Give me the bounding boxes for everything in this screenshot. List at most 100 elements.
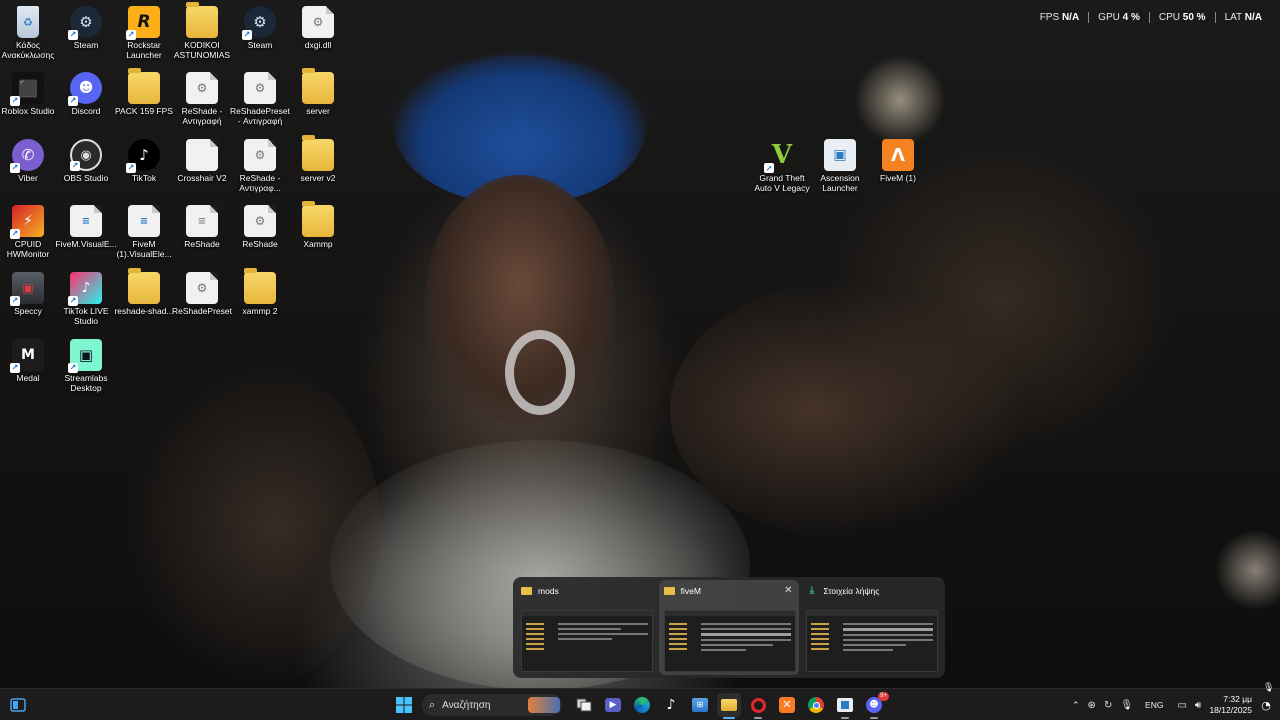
thumbnail-fivem-window[interactable]: fiveM ✕ xyxy=(658,580,800,675)
obs-studio[interactable]: ◉ ↗ OBS Studio xyxy=(56,133,116,183)
cpuid-hwmonitor[interactable]: ⚡ ↗ CPUID HWMonitor xyxy=(0,199,58,259)
fivem-shortcut[interactable]: Λ FiveM (1) xyxy=(868,133,928,183)
sync-icon[interactable]: ↻ xyxy=(1104,700,1112,711)
dxgi-dll[interactable]: ⚙ dxgi.dll xyxy=(288,0,348,50)
taskbar-task-view[interactable] xyxy=(572,693,596,717)
search-highlight-icon xyxy=(528,697,560,713)
system-tray: ⌃ ⊛ ↻ 🎙︎ ENG ▭ 🔊︎ xyxy=(1072,689,1201,720)
folder-icon xyxy=(302,201,334,237)
folder-icon xyxy=(302,68,334,104)
clock-date: 18/12/2025 xyxy=(1209,705,1252,715)
folder-server-v2[interactable]: server v2 xyxy=(288,133,348,183)
thumbnail-mods-window[interactable]: mods xyxy=(516,580,657,675)
language-indicator[interactable]: ENG xyxy=(1145,700,1163,710)
tiktok-icon: ♪ xyxy=(666,697,676,713)
folder-xammp[interactable]: Xammp xyxy=(288,199,348,249)
tiktok-live-icon: ♪ ↗ xyxy=(68,272,102,306)
rockstar-launcher[interactable]: R ↗ Rockstar Launcher xyxy=(114,0,174,60)
crosshair-v2[interactable]: Crosshair V2 xyxy=(172,133,232,183)
clock[interactable]: 7:32 μμ 18/12/2025 xyxy=(1209,694,1252,716)
chevron-up-icon[interactable]: ⌃ xyxy=(1072,700,1080,711)
reshade-copy-1[interactable]: ⚙ ReShade - Αντιγραφή xyxy=(172,66,232,126)
taskbar-edge[interactable] xyxy=(630,693,654,717)
medal[interactable]: M ↗ Medal xyxy=(0,333,58,383)
reshade-config[interactable]: ⚙ ReShade xyxy=(230,199,290,249)
taskbar-discord[interactable]: ☻ 9+ xyxy=(862,692,889,719)
download-icon: ⤓ xyxy=(809,585,815,596)
gta-v-legacy[interactable]: V ↗ Grand Theft Auto V Legacy xyxy=(752,133,812,193)
microphone-icon[interactable]: 🎙︎ xyxy=(1120,700,1133,711)
folder-xammp-2[interactable]: xammp 2 xyxy=(230,266,290,316)
folder-icon xyxy=(663,587,675,595)
reshade-text[interactable]: ≡ ReShade xyxy=(172,199,232,249)
dll-file-icon: ⚙ xyxy=(302,6,334,38)
teams-icon: ▶ xyxy=(605,698,621,712)
display-icon[interactable]: ▭ xyxy=(1177,700,1186,711)
reshadepreset[interactable]: ⚙ ReShadePreset xyxy=(172,266,232,316)
reshade-copy-2[interactable]: ⚙ ReShade - Αντιγραφ... xyxy=(230,133,290,193)
viber-icon: ✆ ↗ xyxy=(10,139,44,173)
folder-reshade-shaders[interactable]: reshade-shad... xyxy=(114,266,174,316)
taskbar-ascension[interactable] xyxy=(833,693,857,719)
hwmonitor-icon: ⚡ ↗ xyxy=(10,205,44,239)
taskbar-tiktok[interactable]: ♪ xyxy=(659,693,683,717)
steam-icon: ⚙ ↗ xyxy=(242,6,276,40)
steam-icon: ⚙ ↗ xyxy=(68,6,102,40)
viber[interactable]: ✆ ↗ Viber xyxy=(0,133,58,183)
window-preview xyxy=(521,610,653,672)
taskbar-store[interactable]: ⊞ xyxy=(688,693,712,717)
steam-shortcut-1[interactable]: ⚙ ↗ Steam xyxy=(56,0,116,50)
folder-kodikoi-astunomias[interactable]: KODIKOI ASTUNOMIAS xyxy=(172,0,232,60)
folder-icon xyxy=(128,268,160,304)
discord-icon: ☻ ↗ xyxy=(68,72,102,106)
taskbar-chrome[interactable] xyxy=(804,693,828,717)
task-view-button[interactable] xyxy=(6,693,30,717)
tiktok-icon: ♪ ↗ xyxy=(126,139,160,173)
fivem-visualelements-1[interactable]: ≡ FiveM.VisualE... xyxy=(55,199,117,249)
medal-icon: M ↗ xyxy=(10,339,44,373)
search-box[interactable]: ⌕ Αναζήτηση xyxy=(422,694,562,716)
speccy-icon: ▣ ↗ xyxy=(10,272,44,306)
windows-widgets-icon xyxy=(10,698,26,712)
recycle-bin[interactable]: ♻ Κάδος Ανακύκλωσης xyxy=(0,0,58,60)
taskbar-opera-gx[interactable] xyxy=(746,693,770,719)
settings-file-icon: ⚙ xyxy=(244,139,276,171)
fivem-visualelements-2[interactable]: ≡ FiveM (1).VisualEle... xyxy=(114,199,174,259)
steam-shortcut-2[interactable]: ⚙ ↗ Steam xyxy=(230,0,290,50)
folder-icon xyxy=(128,68,160,104)
ascension-launcher[interactable]: ▣ Ascension Launcher xyxy=(810,133,870,193)
folder-icon xyxy=(244,268,276,304)
taskbar-file-explorer[interactable] xyxy=(717,693,741,719)
folder-icon xyxy=(186,2,218,38)
performance-overlay: FPS N/A GPU 4 % CPU 50 % LAT N/A xyxy=(1040,12,1262,23)
opera-icon xyxy=(750,697,766,713)
taskbar-xampp[interactable]: ✕ xyxy=(775,693,799,717)
chrome-icon xyxy=(808,697,824,713)
network-shield-icon[interactable]: ⊛ xyxy=(1088,700,1096,711)
task-view-icon xyxy=(576,698,592,712)
speccy[interactable]: ▣ ↗ Speccy xyxy=(0,266,58,316)
document-icon xyxy=(186,139,218,171)
reshadepreset-copy[interactable]: ⚙ ReShadePreset - Αντιγραφή xyxy=(230,66,290,126)
thumbnail-downloads-window[interactable]: ⤓ Στοιχεία λήψης xyxy=(801,580,942,675)
roblox-studio[interactable]: ⬛ ↗ Roblox Studio xyxy=(0,66,58,116)
streamlabs-desktop[interactable]: ▣ ↗ Streamlabs Desktop xyxy=(56,333,116,393)
start-button[interactable] xyxy=(392,693,416,717)
streamlabs-icon: ▣ ↗ xyxy=(68,339,102,373)
volume-icon[interactable]: 🔊︎ xyxy=(1195,700,1201,711)
folder-server[interactable]: server xyxy=(288,66,348,116)
manifest-file-icon: ≡ xyxy=(128,205,160,237)
taskbar: ⌕ Αναζήτηση ▶ ♪ ⊞ ✕ ☻ 9+ ⌃ ⊛ ↻ 🎙︎ ENG ▭ … xyxy=(0,688,1280,720)
search-icon: ⌕ xyxy=(429,698,436,711)
fps-stat: FPS N/A xyxy=(1039,12,1080,23)
close-icon[interactable]: ✕ xyxy=(782,585,794,596)
tiktok[interactable]: ♪ ↗ TikTok xyxy=(114,133,174,183)
tiktok-live-studio[interactable]: ♪ ↗ TikTok LIVE Studio xyxy=(56,266,116,326)
settings-file-icon: ⚙ xyxy=(244,205,276,237)
notification-badge: 9+ xyxy=(878,692,889,701)
notifications-button[interactable]: ◔ xyxy=(1256,693,1276,717)
folder-pack-159-fps[interactable]: PACK 159 FPS xyxy=(114,66,174,116)
ascension-icon: ▣ xyxy=(824,139,856,171)
discord[interactable]: ☻ ↗ Discord xyxy=(56,66,116,116)
taskbar-teams[interactable]: ▶ xyxy=(601,693,625,717)
